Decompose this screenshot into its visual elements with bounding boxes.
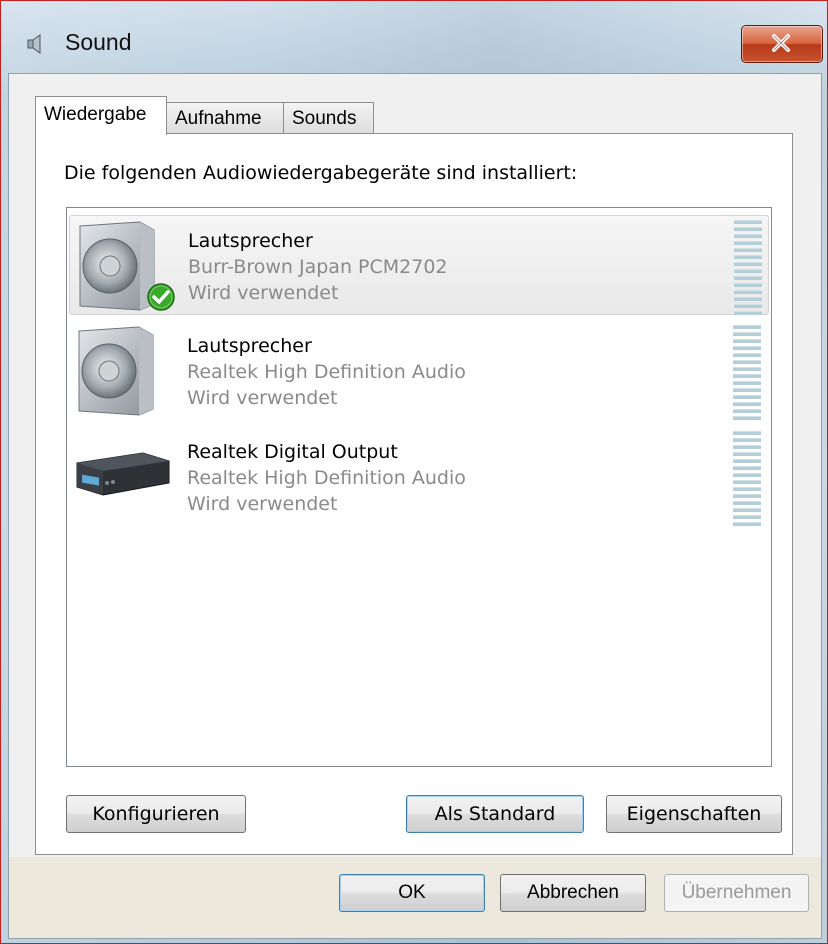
window-title: Sound [65, 29, 132, 55]
device-name: Realtek Digital Output [187, 441, 398, 463]
close-button[interactable] [741, 25, 823, 63]
ok-button[interactable]: OK [339, 874, 485, 912]
device-name: Lautsprecher [187, 335, 312, 357]
volume-meter [733, 431, 761, 526]
device-status: Wird verwendet [188, 282, 339, 304]
dialog-client: Wiedergabe Aufnahme Sounds Die folgenden… [8, 73, 822, 939]
close-icon [772, 34, 790, 52]
set-default-button[interactable]: Als Standard [406, 795, 584, 833]
device-status: Wird verwendet [187, 387, 338, 409]
tab-panel-playback: Die folgenden Audiowiedergabegeräte sind… [35, 133, 793, 855]
device-driver: Realtek High Definition Audio [187, 361, 466, 383]
tab-wiedergabe[interactable]: Wiedergabe [35, 96, 167, 135]
speaker-icon [73, 325, 173, 417]
tab-aufnahme[interactable]: Aufnahme [166, 102, 284, 134]
volume-meter [733, 325, 761, 420]
device-item[interactable]: Lautsprecher Burr-Brown Japan PCM2702 Wi… [69, 215, 769, 315]
configure-button[interactable]: Konfigurieren [66, 795, 246, 833]
dialog-body: Wiedergabe Aufnahme Sounds Die folgenden… [9, 74, 821, 857]
device-list[interactable]: Lautsprecher Burr-Brown Japan PCM2702 Wi… [66, 207, 772, 767]
apply-button[interactable]: Übernehmen [664, 874, 809, 912]
speaker-icon [26, 33, 46, 55]
tab-sounds[interactable]: Sounds [283, 102, 374, 134]
title-bar[interactable]: Sound [1, 1, 827, 73]
device-driver: Burr-Brown Japan PCM2702 [188, 256, 448, 278]
device-item[interactable]: Realtek Digital Output Realtek High Defi… [69, 427, 769, 527]
properties-button[interactable]: Eigenschaften [606, 795, 782, 833]
device-status: Wird verwendet [187, 493, 338, 515]
volume-meter [734, 220, 762, 315]
device-name: Lautsprecher [188, 230, 313, 252]
digital-output-icon [73, 431, 173, 523]
instructions-text: Die folgenden Audiowiedergabegeräte sind… [64, 162, 578, 184]
device-item[interactable]: Lautsprecher Realtek High Definition Aud… [69, 321, 769, 421]
device-driver: Realtek High Definition Audio [187, 467, 466, 489]
default-device-check-icon [147, 283, 175, 311]
sound-dialog: Sound Wiedergabe Aufnahme Sounds Die fol… [0, 0, 828, 944]
cancel-button[interactable]: Abbrechen [500, 874, 646, 912]
